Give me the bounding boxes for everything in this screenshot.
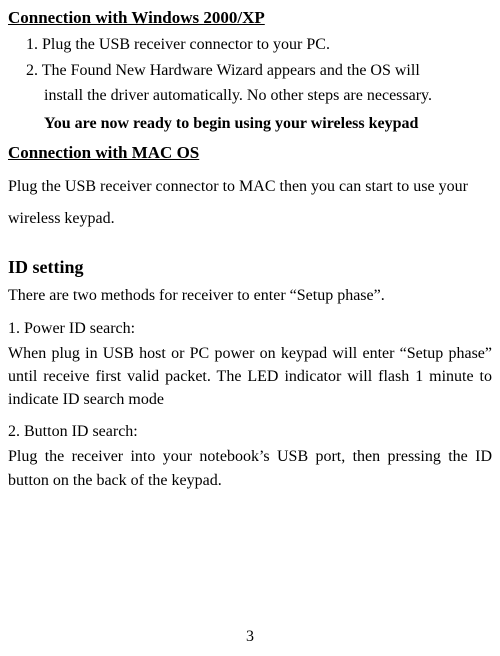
list-item-2-line1: 2. The Found New Hardware Wizard appears…: [8, 58, 492, 84]
id-setting-heading: ID setting: [8, 257, 492, 278]
power-id-search-heading: 1. Power ID search:: [8, 320, 492, 338]
button-id-search-body: Plug the receiver into your notebook’s U…: [8, 445, 492, 491]
list-item-1: 1. Plug the USB receiver connector to yo…: [8, 32, 492, 58]
page-number: 3: [0, 628, 500, 646]
id-setting-intro: There are two methods for receiver to en…: [8, 284, 492, 308]
list-item-2-line2: install the driver automatically. No oth…: [8, 83, 492, 109]
power-id-search-body: When plug in USB host or PC power on key…: [8, 342, 492, 412]
mac-paragraph: Plug the USB receiver connector to MAC t…: [8, 171, 492, 235]
section-mac-heading: Connection with MAC OS: [8, 143, 492, 163]
ready-statement: You are now ready to begin using your wi…: [8, 115, 492, 133]
button-id-search-heading: 2. Button ID search:: [8, 423, 492, 441]
section-windows-heading: Connection with Windows 2000/XP: [8, 8, 492, 28]
